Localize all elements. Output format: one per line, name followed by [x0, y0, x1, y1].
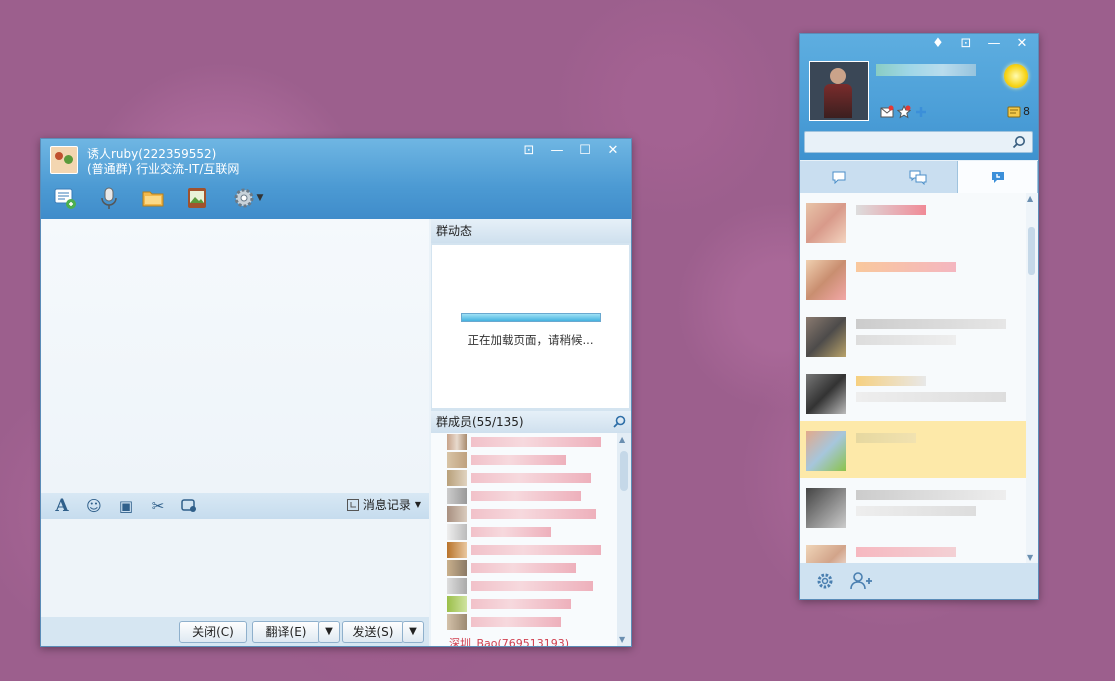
list-item[interactable] — [431, 613, 617, 631]
message-history-area[interactable] — [41, 219, 429, 493]
list-item[interactable] — [431, 451, 617, 469]
group-activity-title: 群动态 — [431, 219, 631, 243]
list-item[interactable] — [431, 487, 617, 505]
recent-chat-icon — [991, 172, 1004, 183]
message-count: 8 — [1023, 105, 1030, 118]
star-icon[interactable] — [897, 105, 911, 119]
settings-gear-icon[interactable] — [814, 570, 836, 592]
search-box[interactable] — [804, 131, 1033, 154]
search-input[interactable] — [805, 132, 1011, 154]
chevron-down-icon[interactable]: ▼ — [1027, 553, 1033, 562]
format-toolbar: A ☺ ▣ ✂ 消息记录 ▼ — [41, 493, 429, 519]
dropdown-button[interactable]: ⊡ — [517, 142, 541, 160]
loading-text: 正在加载页面，请稍候... — [467, 333, 594, 347]
message-history-button[interactable]: 消息记录 ▼ — [346, 496, 421, 513]
list-item[interactable] — [800, 364, 1026, 421]
list-item[interactable] — [800, 193, 1026, 250]
list-item[interactable] — [800, 307, 1026, 364]
tab-groups[interactable] — [879, 161, 958, 193]
chat-title-bar[interactable]: 诱人ruby(222359552) (普通群) 行业交流-IT/互联网 ⊡ — … — [41, 139, 631, 219]
chevron-up-icon[interactable]: ▲ — [619, 435, 625, 444]
main-panel: ♦ ⊡ — ✕ 8 ▲ ▼ — [799, 33, 1039, 600]
settings-gear-icon[interactable]: ▼ — [225, 183, 269, 213]
translate-options-dropdown[interactable]: ▼ — [318, 621, 340, 643]
group-avatar[interactable] — [50, 146, 78, 174]
tab-recent[interactable] — [957, 161, 1039, 193]
chat-bottom-bar: 关闭(C) 翻译(E) ▼ 发送(S) ▼ — [41, 617, 429, 646]
message-box-icon[interactable] — [1007, 106, 1021, 118]
album-icon[interactable] — [181, 183, 213, 213]
folder-icon[interactable] — [137, 183, 169, 213]
list-item[interactable] — [800, 478, 1026, 535]
shake-icon[interactable] — [179, 496, 201, 516]
mail-icon[interactable] — [880, 105, 894, 119]
close-button[interactable]: ✕ — [1010, 35, 1034, 53]
dropdown-button[interactable]: ⊡ — [954, 35, 978, 53]
message-input[interactable] — [41, 519, 429, 617]
list-item-selected[interactable] — [800, 421, 1026, 478]
close-button[interactable]: ✕ — [601, 142, 625, 160]
search-icon[interactable] — [1012, 135, 1026, 149]
list-item[interactable] — [800, 535, 1026, 563]
send-options-dropdown[interactable]: ▼ — [402, 621, 424, 643]
chevron-down-icon[interactable]: ▼ — [619, 635, 625, 644]
weather-sun-icon[interactable] — [1004, 64, 1028, 88]
members-title: 群成员(55/135) — [436, 415, 524, 429]
list-item[interactable] — [431, 433, 617, 451]
emoji-icon[interactable]: ☺ — [83, 496, 105, 516]
list-item[interactable] — [431, 505, 617, 523]
group-activity-panel: 正在加载页面，请稍候... — [432, 245, 629, 408]
group-chat-bubble-icon — [909, 170, 927, 185]
member-name[interactable]: 深圳_Bao(769513193) — [449, 635, 569, 646]
translate-button[interactable]: 翻译(E) — [252, 621, 320, 643]
group-description: (普通群) 行业交流-IT/互联网 — [87, 162, 240, 176]
list-item[interactable] — [431, 523, 617, 541]
close-chat-button[interactable]: 关闭(C) — [179, 621, 247, 643]
group-chat-window: 诱人ruby(222359552) (普通群) 行业交流-IT/互联网 ⊡ — … — [40, 138, 632, 647]
list-item[interactable] — [431, 469, 617, 487]
chevron-down-icon: ▼ — [414, 500, 421, 509]
microphone-icon[interactable] — [93, 183, 125, 213]
recent-contacts-list[interactable] — [800, 193, 1026, 563]
member-list-scrollbar[interactable]: ▲ ▼ — [617, 433, 631, 646]
members-header: 群成员(55/135) — [431, 411, 631, 433]
chat-bubble-icon — [832, 171, 846, 184]
chat-toolbar: ▼ — [49, 183, 269, 213]
minimize-button[interactable]: — — [545, 142, 569, 160]
contacts-scrollbar[interactable]: ▲ ▼ — [1026, 193, 1038, 563]
list-item[interactable] — [431, 595, 617, 613]
font-icon[interactable]: A — [51, 496, 73, 516]
group-chat-icon[interactable] — [49, 183, 81, 213]
user-avatar[interactable] — [809, 61, 869, 121]
image-icon[interactable]: ▣ — [115, 496, 137, 516]
list-item[interactable] — [431, 559, 617, 577]
search-icon[interactable] — [613, 415, 626, 428]
list-item[interactable] — [431, 541, 617, 559]
chevron-down-icon: ▼ — [256, 193, 264, 203]
panel-bottom-bar — [800, 563, 1038, 599]
add-contact-icon[interactable] — [848, 570, 874, 592]
member-list[interactable]: 深圳_Bao(769513193) — [431, 433, 617, 646]
group-sidebar: 群动态 正在加载页面，请稍候... 群成员(55/135) 深圳_Bao(769… — [431, 219, 631, 646]
plus-icon[interactable] — [914, 105, 928, 119]
tab-contacts[interactable] — [800, 161, 879, 193]
maximize-button[interactable]: ☐ — [573, 142, 597, 160]
loading-progress-bar — [461, 313, 601, 322]
scrollbar-thumb[interactable] — [620, 451, 628, 491]
list-item[interactable] — [431, 577, 617, 595]
minimize-button[interactable]: — — [982, 35, 1006, 53]
nickname[interactable] — [876, 64, 976, 76]
screenshot-icon[interactable]: ✂ — [147, 496, 169, 516]
chevron-up-icon[interactable]: ▲ — [1027, 194, 1033, 203]
panel-header[interactable]: ♦ ⊡ — ✕ 8 — [800, 34, 1038, 160]
send-button[interactable]: 发送(S) — [342, 621, 404, 643]
clock-icon — [346, 498, 359, 511]
scrollbar-thumb[interactable] — [1028, 227, 1035, 275]
skin-icon[interactable]: ♦ — [926, 35, 950, 53]
list-item[interactable] — [800, 250, 1026, 307]
panel-tabs — [800, 161, 1039, 193]
history-label: 消息记录 — [362, 498, 411, 512]
